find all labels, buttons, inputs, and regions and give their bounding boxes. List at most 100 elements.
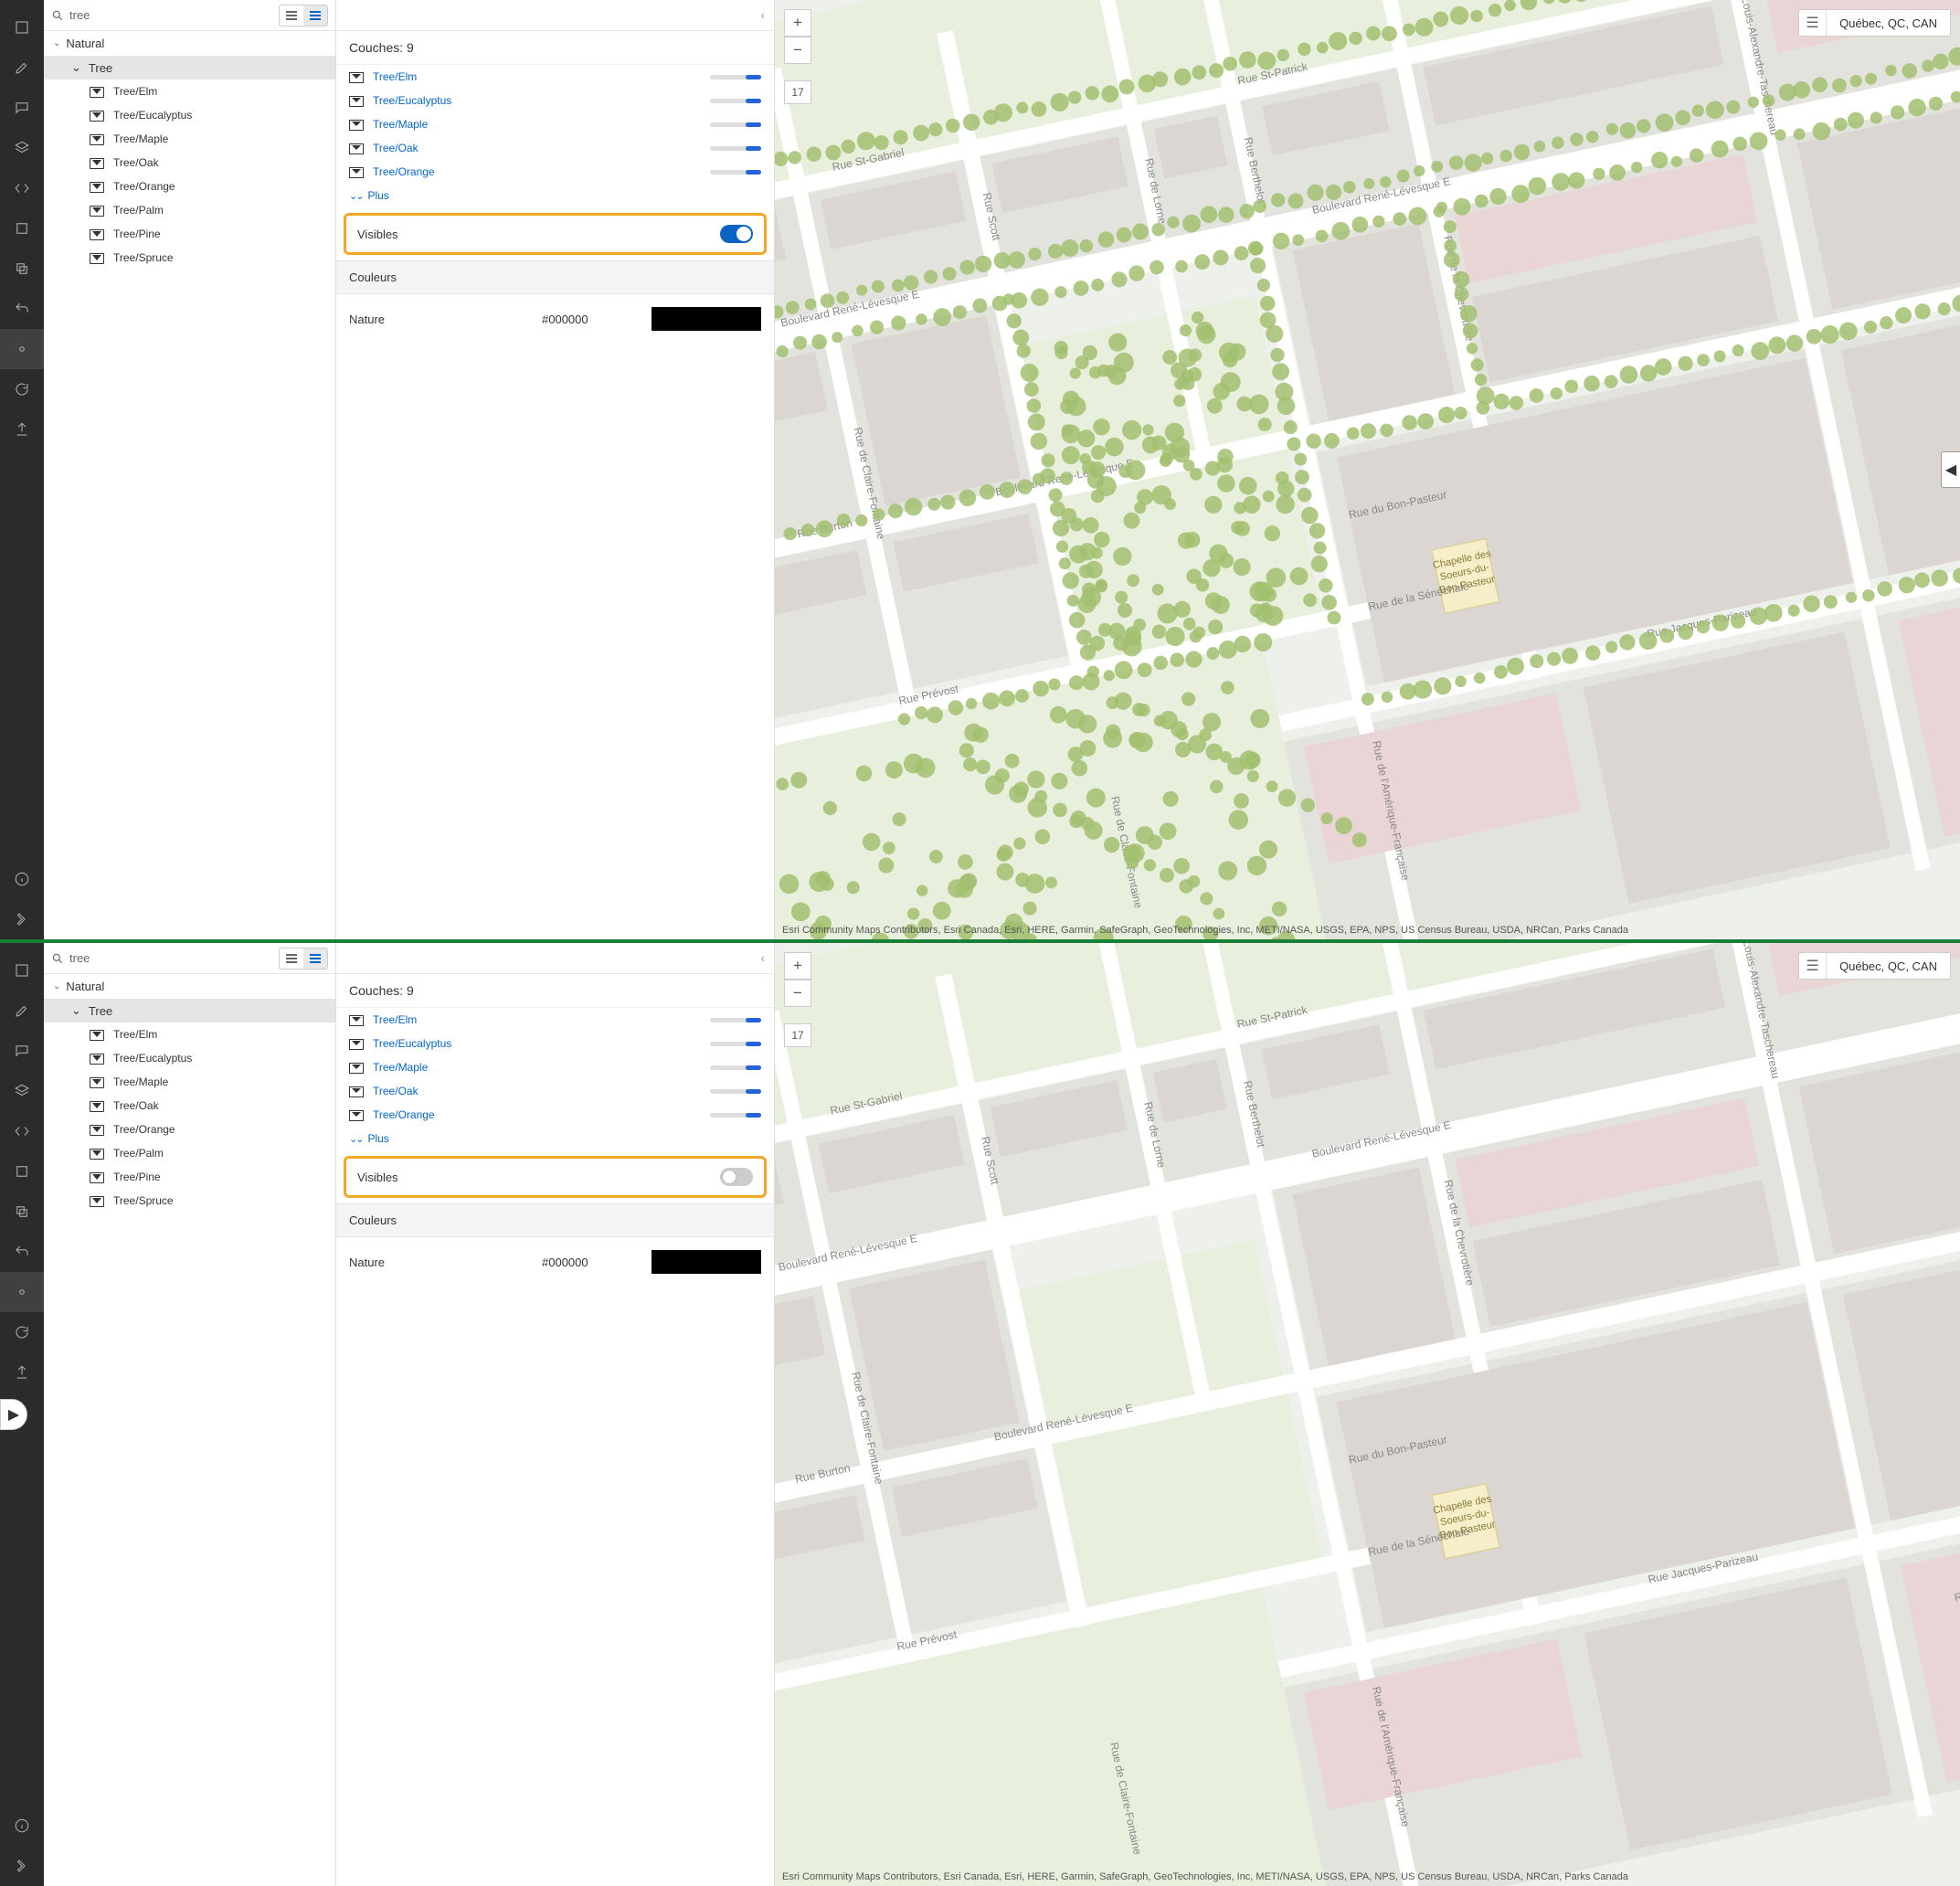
tree-sub-spruce[interactable]: Tree/Spruce bbox=[44, 246, 335, 270]
tool-messages-icon[interactable] bbox=[0, 1031, 44, 1071]
zoom-in-button[interactable]: + bbox=[784, 952, 811, 980]
layer-link[interactable]: Tree/Maple bbox=[373, 118, 701, 131]
layer-icon bbox=[90, 179, 104, 194]
opacity-slider[interactable] bbox=[710, 146, 761, 151]
expand-icon: ⌄⌄ bbox=[349, 190, 362, 202]
bookmark-icon[interactable]: ☰ bbox=[1799, 953, 1827, 979]
tool-info-icon[interactable] bbox=[0, 1806, 44, 1846]
tree-sub-palm[interactable]: Tree/Palm bbox=[44, 1141, 335, 1165]
map-view[interactable]: Rue St-Gabriel Rue St-Patrick Boulevard … bbox=[775, 0, 1960, 939]
search-input[interactable] bbox=[69, 8, 273, 22]
view-compact-button[interactable] bbox=[280, 948, 303, 969]
tool-edit-icon[interactable] bbox=[0, 991, 44, 1031]
view-detailed-button[interactable] bbox=[303, 5, 327, 26]
bookmark-icon[interactable]: ☰ bbox=[1799, 10, 1827, 36]
tool-messages-icon[interactable] bbox=[0, 88, 44, 128]
tool-layers-icon[interactable] bbox=[0, 7, 44, 48]
tree-sub-elm[interactable]: Tree/Elm bbox=[44, 79, 335, 103]
collapse-arrow-icon[interactable]: ‹ bbox=[761, 951, 765, 965]
layer-link[interactable]: Tree/Eucalyptus bbox=[373, 1037, 701, 1050]
color-swatch[interactable] bbox=[652, 307, 761, 331]
tool-upload-icon[interactable] bbox=[0, 409, 44, 450]
layer-link[interactable]: Tree/Orange bbox=[373, 165, 701, 178]
opacity-slider[interactable] bbox=[710, 122, 761, 127]
tree-sub-oak[interactable]: Tree/Oak bbox=[44, 1094, 335, 1118]
tool-data-icon[interactable] bbox=[0, 208, 44, 249]
visibles-toggle[interactable] bbox=[720, 225, 753, 243]
show-more-button[interactable]: ⌄⌄Plus bbox=[336, 184, 774, 207]
map-view[interactable]: Rue St-Gabriel Rue St-Patrick Boulevard … bbox=[775, 943, 1960, 1886]
zoom-out-button[interactable]: − bbox=[784, 37, 811, 64]
layer-link[interactable]: Tree/Oak bbox=[373, 1085, 701, 1097]
layer-link[interactable]: Tree/Eucalyptus bbox=[373, 94, 701, 107]
chevron-down-icon: ⌄ bbox=[53, 38, 60, 48]
tool-expand-icon[interactable] bbox=[0, 899, 44, 939]
tool-undo-icon[interactable] bbox=[0, 289, 44, 329]
tree-sub-maple[interactable]: Tree/Maple bbox=[44, 127, 335, 151]
view-detailed-button[interactable] bbox=[303, 948, 327, 969]
tree-item-tree[interactable]: ⌄Tree bbox=[44, 56, 335, 79]
tree-sub-orange[interactable]: Tree/Orange bbox=[44, 1118, 335, 1141]
layer-icon bbox=[349, 1061, 364, 1074]
opacity-slider[interactable] bbox=[710, 99, 761, 103]
show-more-button[interactable]: ⌄⌄Plus bbox=[336, 1127, 774, 1150]
tool-edit-icon[interactable] bbox=[0, 48, 44, 88]
opacity-slider[interactable] bbox=[710, 1042, 761, 1046]
tree-group-natural[interactable]: ⌄Natural bbox=[44, 974, 335, 999]
tool-layers2-icon[interactable] bbox=[0, 128, 44, 168]
tree-item-tree[interactable]: ⌄Tree bbox=[44, 999, 335, 1022]
tree-sub-palm[interactable]: Tree/Palm bbox=[44, 198, 335, 222]
tree-sub-spruce[interactable]: Tree/Spruce bbox=[44, 1189, 335, 1213]
tree-sub-oak[interactable]: Tree/Oak bbox=[44, 151, 335, 175]
location-pill[interactable]: ☰ Québec, QC, CAN bbox=[1798, 952, 1951, 980]
tool-data-icon[interactable] bbox=[0, 1151, 44, 1192]
tree-sub-eucalyptus[interactable]: Tree/Eucalyptus bbox=[44, 1046, 335, 1070]
layer-link[interactable]: Tree/Elm bbox=[373, 70, 701, 83]
layer-tree-panel: ⌄Natural ⌄Tree Tree/Elm Tree/Eucalyptus … bbox=[44, 943, 336, 1886]
view-compact-button[interactable] bbox=[280, 5, 303, 26]
location-pill[interactable]: ☰ Québec, QC, CAN bbox=[1798, 9, 1951, 37]
tool-expand-icon[interactable] bbox=[0, 1846, 44, 1886]
tool-layers2-icon[interactable] bbox=[0, 1071, 44, 1111]
tool-layers-icon[interactable] bbox=[0, 950, 44, 991]
tree-sub-pine[interactable]: Tree/Pine bbox=[44, 222, 335, 246]
opacity-slider[interactable] bbox=[710, 75, 761, 79]
layer-row-eucalyptus: Tree/Eucalyptus bbox=[336, 89, 774, 112]
tool-upload-icon[interactable] bbox=[0, 1352, 44, 1393]
tree-sub-eucalyptus[interactable]: Tree/Eucalyptus bbox=[44, 103, 335, 127]
tree-sub-elm[interactable]: Tree/Elm bbox=[44, 1022, 335, 1046]
visibles-toggle[interactable] bbox=[720, 1168, 753, 1186]
opacity-slider[interactable] bbox=[710, 170, 761, 175]
zoom-out-button[interactable]: − bbox=[784, 980, 811, 1007]
collapse-arrow-icon[interactable]: ‹ bbox=[761, 8, 765, 22]
tool-refresh-icon[interactable] bbox=[0, 1312, 44, 1352]
tree-sub-pine[interactable]: Tree/Pine bbox=[44, 1165, 335, 1189]
opacity-slider[interactable] bbox=[710, 1018, 761, 1022]
tool-copy-icon[interactable] bbox=[0, 249, 44, 289]
tool-code-icon[interactable] bbox=[0, 168, 44, 208]
layer-link[interactable]: Tree/Maple bbox=[373, 1061, 701, 1074]
layer-link[interactable]: Tree/Orange bbox=[373, 1108, 701, 1121]
tool-code-icon[interactable] bbox=[0, 1111, 44, 1151]
tool-copy-icon[interactable] bbox=[0, 1192, 44, 1232]
tree-group-natural[interactable]: ⌄Natural bbox=[44, 31, 335, 56]
opacity-slider[interactable] bbox=[710, 1089, 761, 1094]
tool-current-icon[interactable] bbox=[0, 1272, 44, 1312]
color-swatch[interactable] bbox=[652, 1250, 761, 1274]
layer-link[interactable]: Tree/Elm bbox=[373, 1013, 701, 1026]
tool-current-icon[interactable] bbox=[0, 329, 44, 369]
opacity-slider[interactable] bbox=[710, 1065, 761, 1070]
search-input[interactable] bbox=[69, 951, 273, 965]
tool-refresh-icon[interactable] bbox=[0, 369, 44, 409]
layer-link[interactable]: Tree/Oak bbox=[373, 142, 701, 154]
zoom-in-button[interactable]: + bbox=[784, 9, 811, 37]
chevron-down-icon: ⌄ bbox=[71, 1003, 81, 1018]
layer-row-oak: Tree/Oak bbox=[336, 136, 774, 160]
tool-undo-icon[interactable] bbox=[0, 1232, 44, 1272]
color-row-nature: Nature #000000 bbox=[336, 1237, 774, 1287]
tool-info-icon[interactable] bbox=[0, 859, 44, 899]
expand-right-handle[interactable]: ◀ bbox=[1941, 451, 1960, 488]
tree-sub-maple[interactable]: Tree/Maple bbox=[44, 1070, 335, 1094]
opacity-slider[interactable] bbox=[710, 1113, 761, 1118]
tree-sub-orange[interactable]: Tree/Orange bbox=[44, 175, 335, 198]
